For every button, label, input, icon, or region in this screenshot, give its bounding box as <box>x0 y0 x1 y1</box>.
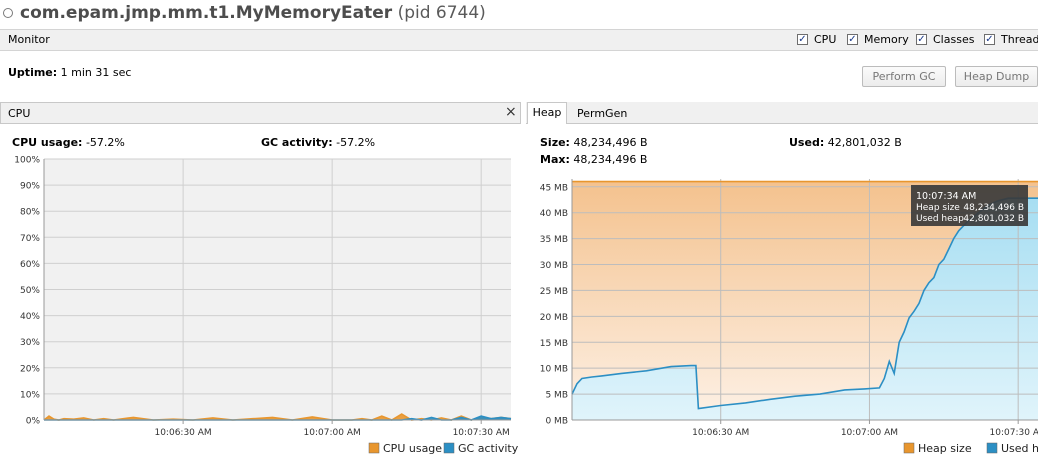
process-name: com.epam.jmp.mm.t1.MyMemoryEater <box>20 3 393 23</box>
classes-checkbox-label: Classes <box>933 33 975 46</box>
heap-used-value: 42,801,032 B <box>827 136 902 149</box>
cpu-x-tick-label: 10:07:30 AM <box>453 428 510 438</box>
threads-checkbox[interactable]: ✓ <box>984 34 995 45</box>
heap-y-tick-label: 25 MB <box>540 287 568 297</box>
cpu-panel-header <box>0 102 521 124</box>
cpu-y-tick-label: 10% <box>20 390 40 400</box>
gc-activity-label: GC activity: <box>261 136 333 149</box>
heap-y-tick-label: 45 MB <box>540 183 568 193</box>
cpu-checkbox[interactable]: ✓ <box>797 34 808 45</box>
cpu-y-tick-label: 60% <box>20 260 40 270</box>
cpu-panel-title: CPU <box>8 107 31 120</box>
cpu-chart: 0% 10% 20% 30% 40% 50% 60% 70% 80% 90% 100% 10:06:… <box>14 156 519 456</box>
heap-used-label: Used: <box>789 136 825 149</box>
tooltip-used-heap-label: Used heap <box>916 214 964 224</box>
cpu-y-tick-label: 50% <box>20 286 40 296</box>
uptime-label: Uptime: <box>8 66 58 79</box>
cpu-checkbox-label: CPU <box>814 33 837 46</box>
heap-size-label: Size: <box>540 136 570 149</box>
heap-chart: 0 MB 5 MB 10 MB 15 MB 20 MB 25 MB 30 MB 35 MB 40… <box>540 179 1038 455</box>
heap-y-tick-label: 15 MB <box>540 339 568 349</box>
status-circle-icon <box>3 8 13 18</box>
heap-size-stat: Size: 48,234,496 B <box>540 136 648 149</box>
gc-activity-value: -57.2% <box>336 136 376 149</box>
cpu-y-tick-label: 80% <box>20 208 40 218</box>
heap-max-label: Max: <box>540 153 570 166</box>
memory-checkbox[interactable]: ✓ <box>847 34 858 45</box>
tooltip-used-heap-value: 42,801,032 B <box>963 214 1024 224</box>
heap-y-tick-label: 35 MB <box>540 235 568 245</box>
heap-x-tick-label: 10:07:30 AM <box>990 428 1038 438</box>
heap-size-legend-label: Heap size <box>918 442 972 455</box>
cpu-usage-stat: CPU usage: -57.2% <box>12 136 125 149</box>
memory-checkbox-label: Memory <box>864 33 909 46</box>
heap-x-tick-label: 10:06:30 AM <box>692 428 749 438</box>
gc-activity-legend-label: GC activity <box>458 442 519 455</box>
threads-checkbox-label: Threads <box>1001 33 1038 46</box>
cpu-usage-legend-swatch <box>368 442 380 454</box>
heap-used-stat: Used: 42,801,032 B <box>789 136 902 149</box>
heap-y-tick-label: 10 MB <box>540 365 568 375</box>
uptime-value: 1 min 31 sec <box>60 66 132 79</box>
heap-y-tick-label: 0 MB <box>545 417 568 427</box>
tooltip-time: 10:07:34 AM <box>916 191 976 202</box>
cpu-y-tick-label: 90% <box>20 182 40 192</box>
cpu-usage-legend-label: CPU usage <box>383 442 442 455</box>
tooltip-heap-size-value: 48,234,496 B <box>963 203 1024 213</box>
gc-activity-legend-swatch <box>443 442 455 454</box>
classes-checkbox[interactable]: ✓ <box>916 34 927 45</box>
heap-dump-button[interactable]: Heap Dump <box>955 66 1038 87</box>
heap-max-stat: Max: 48,234,496 B <box>540 153 647 166</box>
heap-y-tick-label: 5 MB <box>545 391 568 401</box>
tab-permgen[interactable]: PermGen <box>577 107 627 120</box>
cpu-y-tick-label: 20% <box>20 364 40 374</box>
cpu-usage-value: -57.2% <box>85 136 125 149</box>
page-title: com.epam.jmp.mm.t1.MyMemoryEater (pid 67… <box>20 3 486 23</box>
cpu-y-tick-label: 100% <box>14 156 40 166</box>
cpu-y-tick-label: 40% <box>20 312 40 322</box>
tab-heap[interactable]: Heap <box>527 102 567 124</box>
cpu-y-tick-label: 70% <box>20 234 40 244</box>
used-heap-legend-swatch <box>986 442 998 454</box>
process-pid: (pid 6744) <box>397 3 486 23</box>
heap-max-value: 48,234,496 B <box>573 153 648 166</box>
cpu-x-tick-label: 10:06:30 AM <box>154 428 211 438</box>
used-heap-legend-label: Used heap <box>1001 442 1038 455</box>
monitor-label: Monitor <box>8 33 50 46</box>
tooltip-heap-size-label: Heap size <box>916 203 960 213</box>
heap-tooltip: 10:07:34 AM Heap size 48,234,496 B Used … <box>911 185 1028 226</box>
cpu-y-tick-label: 30% <box>20 338 40 348</box>
heap-size-value: 48,234,496 B <box>573 136 648 149</box>
perform-gc-button[interactable]: Perform GC <box>862 66 946 87</box>
uptime: Uptime: 1 min 31 sec <box>8 66 131 79</box>
heap-x-tick-label: 10:07:00 AM <box>841 428 898 438</box>
close-icon[interactable]: × <box>505 104 517 120</box>
heap-y-tick-label: 30 MB <box>540 261 568 271</box>
heap-y-tick-label: 40 MB <box>540 209 568 219</box>
gc-activity-stat: GC activity: -57.2% <box>261 136 375 149</box>
cpu-y-tick-label: 0% <box>26 417 41 427</box>
cpu-x-tick-label: 10:07:00 AM <box>304 428 361 438</box>
heap-size-legend-swatch <box>903 442 915 454</box>
heap-y-tick-label: 20 MB <box>540 313 568 323</box>
cpu-usage-label: CPU usage: <box>12 136 83 149</box>
